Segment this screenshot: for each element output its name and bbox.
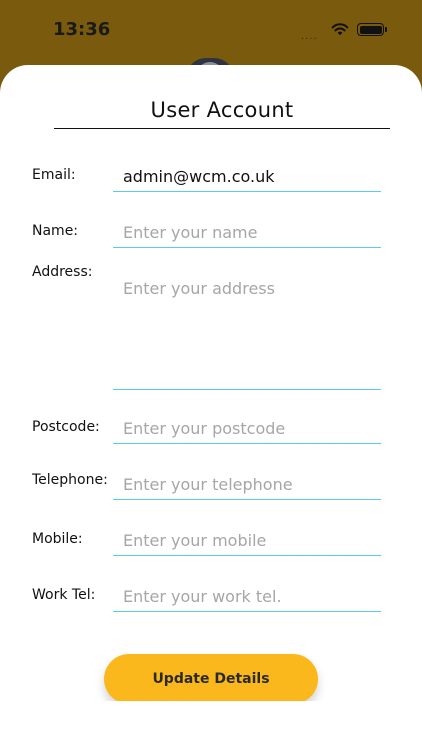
telephone-field-wrapper	[113, 469, 381, 500]
status-bar: 13:36 ....	[0, 0, 422, 60]
bottom-safe-area	[0, 701, 422, 750]
status-time: 13:36	[53, 19, 111, 40]
battery-level	[359, 25, 382, 34]
address-field-wrapper	[113, 275, 381, 390]
mobile-field[interactable]	[113, 525, 381, 555]
battery-icon	[357, 23, 387, 36]
signal-dots-icon: ....	[301, 31, 318, 42]
mobile-field-wrapper	[113, 525, 381, 556]
name-field-wrapper	[113, 217, 381, 248]
update-details-button[interactable]: Update Details	[104, 654, 318, 704]
telephone-field[interactable]	[113, 469, 381, 499]
wifi-icon	[331, 23, 349, 36]
address-label: Address:	[32, 264, 93, 280]
work-tel-field-wrapper	[113, 581, 381, 612]
postcode-field[interactable]	[113, 413, 381, 443]
page-title: User Account	[150, 98, 294, 122]
work-tel-field[interactable]	[113, 581, 381, 611]
address-field[interactable]	[113, 275, 381, 385]
email-label: Email:	[32, 167, 76, 183]
telephone-label: Telephone:	[32, 472, 108, 488]
email-field-wrapper	[113, 161, 381, 192]
name-label: Name:	[32, 223, 79, 239]
postcode-field-wrapper	[113, 413, 381, 444]
work-tel-label: Work Tel:	[32, 587, 96, 603]
postcode-label: Postcode:	[32, 419, 100, 435]
title-divider	[54, 128, 390, 129]
email-field[interactable]	[113, 161, 381, 191]
user-account-sheet: User Account Email: Name: Address: Postc…	[0, 65, 422, 704]
mobile-label: Mobile:	[32, 531, 83, 547]
name-field[interactable]	[113, 217, 381, 247]
